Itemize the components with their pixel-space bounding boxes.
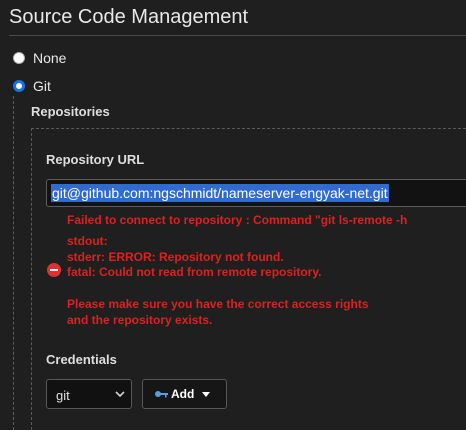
repository-url-input[interactable]: git@github.com:ngschmidt/nameserver-engy… bbox=[46, 179, 466, 207]
error-circle-icon bbox=[47, 263, 61, 277]
scm-panel: Source Code Management None Git Reposito… bbox=[0, 0, 466, 430]
error-line: Please make sure you have the correct ac… bbox=[67, 297, 369, 311]
error-line: and the repository exists. bbox=[67, 313, 213, 327]
error-line: stdout: bbox=[67, 234, 108, 248]
radio-option-none[interactable]: None bbox=[13, 50, 66, 66]
radio-git-label: Git bbox=[33, 78, 51, 94]
section-divider bbox=[9, 35, 466, 36]
repository-url-label: Repository URL bbox=[46, 152, 145, 167]
nesting-guide-top bbox=[31, 128, 466, 129]
chevron-down-icon bbox=[115, 391, 125, 397]
nesting-guide-inner bbox=[31, 128, 32, 430]
add-button-label: Add bbox=[171, 387, 195, 401]
error-line: stderr: ERROR: Repository not found. bbox=[67, 250, 284, 264]
error-line: fatal: Could not read from remote reposi… bbox=[67, 265, 322, 279]
repositories-heading: Repositories bbox=[31, 104, 110, 119]
caret-down-icon bbox=[202, 391, 211, 397]
key-icon bbox=[155, 391, 168, 398]
credentials-selected: git bbox=[56, 388, 70, 403]
radio-none-label: None bbox=[33, 50, 67, 66]
credentials-label: Credentials bbox=[46, 352, 117, 367]
credentials-select[interactable]: git bbox=[46, 379, 132, 409]
error-line: Failed to connect to repository : Comman… bbox=[67, 213, 408, 227]
nesting-guide-outer bbox=[13, 96, 14, 430]
repository-url-value: git@github.com:ngschmidt/nameserver-engy… bbox=[51, 184, 389, 202]
section-title: Source Code Management bbox=[9, 6, 249, 28]
radio-none[interactable] bbox=[13, 52, 25, 64]
add-credentials-button[interactable]: Add bbox=[142, 379, 227, 409]
radio-git[interactable] bbox=[13, 80, 25, 92]
radio-option-git[interactable]: Git bbox=[13, 78, 51, 94]
